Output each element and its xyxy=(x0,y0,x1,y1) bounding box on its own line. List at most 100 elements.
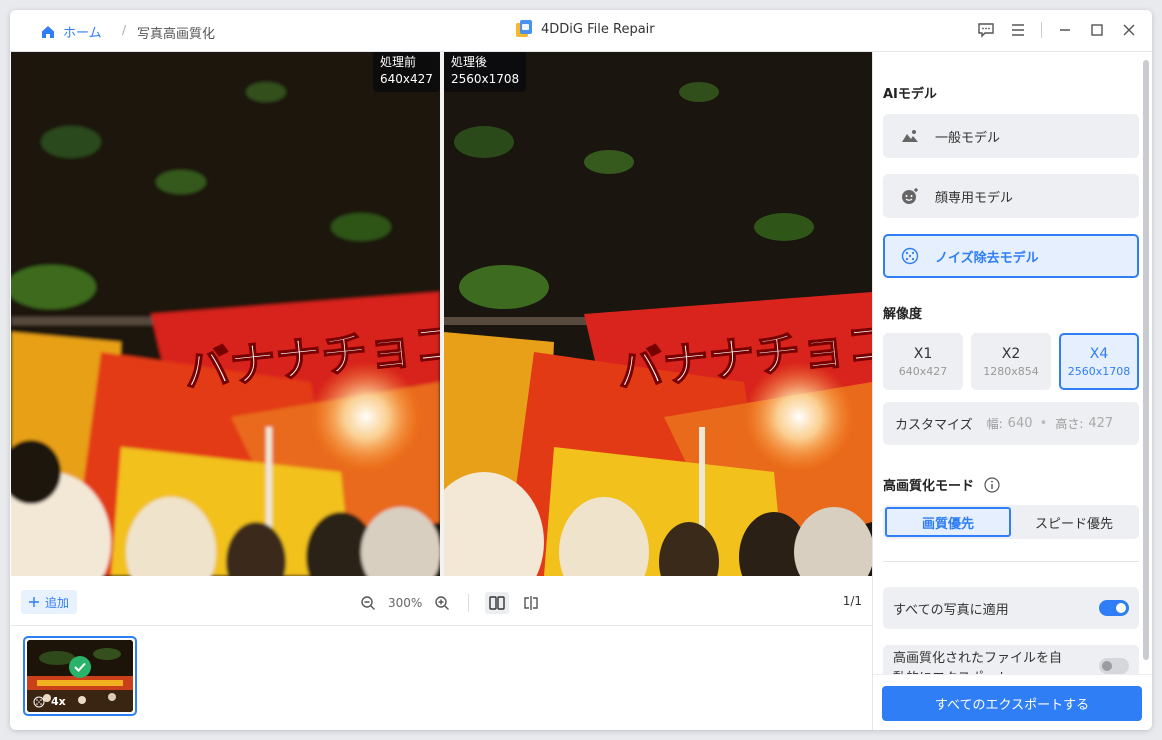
split-view-button[interactable] xyxy=(519,592,543,614)
custom-size-label: カスタマイズ xyxy=(895,418,973,433)
landscape-icon xyxy=(902,130,918,142)
model-denoise-button[interactable]: ノイズ除去モデル xyxy=(883,234,1139,278)
apply-all-row: すべての写真に適用 xyxy=(883,587,1139,629)
width-label: 幅: xyxy=(986,417,1003,431)
before-tag: 処理前 640x427 xyxy=(373,52,440,92)
settings-panel: AIモデル 一般モデル 顔専用モデル ノイズ除去モデル 解像度 X1 640x4… xyxy=(872,52,1152,730)
minimize-button[interactable] xyxy=(1056,21,1074,39)
app-title: 4DDiG File Repair xyxy=(515,19,655,39)
apply-all-toggle-knob xyxy=(1116,603,1126,613)
feedback-icon xyxy=(978,23,994,38)
after-image: バナナチョコレート xyxy=(444,52,872,576)
mode-title-row: 高画質化モード xyxy=(883,475,1000,494)
breadcrumb-separator: / xyxy=(122,23,127,37)
info-icon[interactable] xyxy=(984,476,1000,493)
minimize-icon xyxy=(1060,29,1070,31)
image-compare-viewer[interactable]: バナナチョコレート バナナチョコレート 処理前 640x427 処理後 2560… xyxy=(11,52,872,576)
zoom-in-button[interactable] xyxy=(432,593,452,613)
add-button[interactable]: 追加 xyxy=(21,590,78,614)
thumbnail-image: 4x xyxy=(27,640,133,712)
split-view-icon xyxy=(524,596,539,610)
thumbnail-meta: 4x xyxy=(33,695,66,708)
zoom-controls: 300% xyxy=(358,592,543,614)
auto-export-toggle[interactable] xyxy=(1099,658,1129,674)
model-general-label: 一般モデル xyxy=(935,130,1001,146)
resolution-x2-label: X2 xyxy=(1001,345,1021,362)
app-window: ホーム / 写真高画質化 4DDiG File Repair バナナチョコレート… xyxy=(10,10,1152,730)
before-tag-label: 処理前 xyxy=(380,55,417,69)
menu-icon xyxy=(1012,24,1024,36)
thumbnail-strip: 4x xyxy=(11,627,872,730)
close-icon xyxy=(1123,24,1135,36)
before-image: バナナチョコレート xyxy=(11,52,440,576)
menu-button[interactable] xyxy=(1009,21,1027,39)
model-face-button[interactable]: 顔専用モデル xyxy=(883,174,1139,218)
model-general-button[interactable]: 一般モデル xyxy=(883,114,1139,158)
export-area: すべてのエクスポートする xyxy=(873,674,1152,730)
plus-icon xyxy=(29,597,39,607)
face-icon xyxy=(902,188,918,204)
maximize-button[interactable] xyxy=(1088,21,1106,39)
model-denoise-label: ノイズ除去モデル xyxy=(935,250,1039,266)
after-image-picture: バナナチョコレート xyxy=(444,52,872,576)
zoom-in-icon xyxy=(435,596,450,610)
section-divider xyxy=(883,561,1139,562)
after-tag: 処理後 2560x1708 xyxy=(444,52,527,92)
mode-quality-button[interactable]: 画質優先 xyxy=(885,507,1011,537)
add-button-label: 追加 xyxy=(45,595,70,610)
zoom-value: 300% xyxy=(388,596,423,610)
before-tag-size: 640x427 xyxy=(380,72,433,86)
page-indicator: 1/1 xyxy=(842,594,862,608)
zoom-out-icon xyxy=(361,596,375,610)
breadcrumb-home-label: ホーム xyxy=(63,26,102,41)
after-tag-label: 処理後 xyxy=(451,55,488,69)
settings-scroll-area: AIモデル 一般モデル 顔専用モデル ノイズ除去モデル 解像度 X1 640x4… xyxy=(873,52,1152,674)
check-icon xyxy=(74,662,86,672)
maximize-icon xyxy=(1091,24,1103,36)
auto-export-toggle-knob xyxy=(1102,661,1112,671)
apply-all-label: すべての写真に適用 xyxy=(893,602,1009,618)
resolution-x2-button[interactable]: X2 1280x854 xyxy=(971,333,1051,390)
title-bar: ホーム / 写真高画質化 4DDiG File Repair xyxy=(10,10,1152,52)
resolution-title: 解像度 xyxy=(883,307,923,322)
resolution-x1-label: X1 xyxy=(913,345,933,362)
mode-title: 高画質化モード xyxy=(883,479,975,494)
app-logo-icon xyxy=(516,20,532,37)
toolbar-divider xyxy=(468,594,470,612)
home-icon xyxy=(42,25,54,38)
size-separator-dot: • xyxy=(1039,416,1048,431)
resolution-x4-label: X4 xyxy=(1089,345,1109,362)
thumbnail-scale: 4x xyxy=(51,695,66,708)
mode-segmented-control: 画質優先 スピード優先 xyxy=(883,505,1139,539)
thumbnail-item[interactable]: 4x xyxy=(23,636,137,716)
mode-speed-button[interactable]: スピード優先 xyxy=(1011,507,1137,537)
denoise-icon xyxy=(33,696,45,707)
feedback-button[interactable] xyxy=(977,21,995,39)
window-controls xyxy=(977,21,1138,39)
panel-scrollbar[interactable] xyxy=(1143,60,1149,660)
resolution-x4-button[interactable]: X4 2560x1708 xyxy=(1059,333,1139,390)
breadcrumb-current: 写真高画質化 xyxy=(137,27,216,42)
denoise-icon xyxy=(901,247,919,265)
width-input[interactable]: 640 xyxy=(1008,416,1040,431)
side-by-side-icon xyxy=(489,596,506,610)
resolution-x1-button[interactable]: X1 640x427 xyxy=(883,333,963,390)
zoom-out-button[interactable] xyxy=(358,593,378,613)
height-input[interactable]: 427 xyxy=(1088,416,1120,431)
close-button[interactable] xyxy=(1120,21,1138,39)
app-title-text: 4DDiG File Repair xyxy=(541,21,655,37)
export-all-button[interactable]: すべてのエクスポートする xyxy=(882,686,1142,721)
after-tag-size: 2560x1708 xyxy=(451,72,520,86)
resolution-x1-size: 640x427 xyxy=(898,364,948,378)
check-badge xyxy=(69,656,91,678)
viewer-toolbar: 追加 300% 1/1 xyxy=(11,576,872,626)
resolution-x2-size: 1280x854 xyxy=(983,364,1039,378)
side-by-side-view-button[interactable] xyxy=(485,592,510,614)
breadcrumb-home[interactable]: ホーム xyxy=(40,22,102,41)
resolution-x4-size: 2560x1708 xyxy=(1067,364,1131,378)
custom-size-row: カスタマイズ 幅: 640 • 高さ: 427 xyxy=(883,402,1139,445)
apply-all-toggle[interactable] xyxy=(1099,600,1129,616)
auto-export-label: 高画質化されたファイルを自動的にエクスポート xyxy=(893,651,1063,674)
before-image-picture: バナナチョコレート xyxy=(11,52,440,576)
controls-divider xyxy=(1041,22,1042,38)
